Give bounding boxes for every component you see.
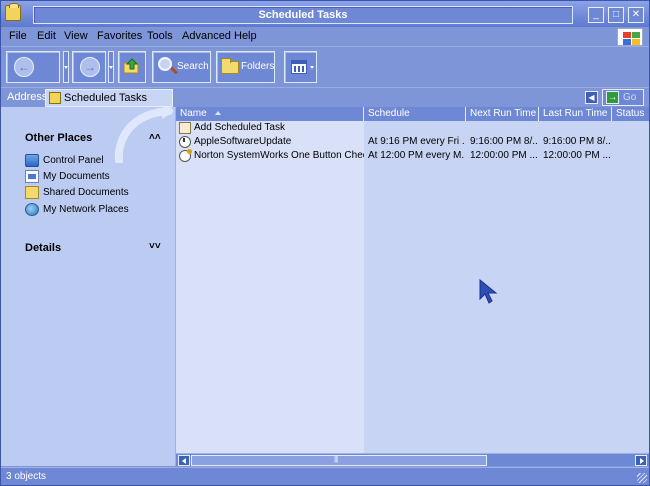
list-header: Name Schedule Next Run Time Last Run Tim…: [176, 107, 649, 121]
sidebar-item-label: Shared Documents: [43, 187, 129, 198]
task-last-run: 12:00:00 PM ...: [543, 150, 611, 161]
column-header-last-run[interactable]: Last Run Time: [539, 107, 612, 121]
go-arrow-icon: →: [606, 91, 619, 104]
task-next-run: 12:00:00 PM ...: [470, 150, 538, 161]
table-row[interactable]: Norton SystemWorks One Button Checkup At…: [176, 149, 649, 163]
other-places-title: Other Places: [25, 132, 93, 144]
folders-button[interactable]: Folders: [216, 51, 275, 83]
swoosh-arrow-decoration: [114, 107, 173, 163]
horizontal-scrollbar[interactable]: [176, 453, 649, 466]
sidebar-item-label: My Network Places: [43, 204, 129, 215]
column-header-name[interactable]: Name: [176, 107, 364, 121]
explorer-window: Scheduled Tasks _ □ ✕ File Edit View Fav…: [0, 0, 650, 486]
menu-help[interactable]: Help: [234, 30, 257, 42]
scheduled-tasks-icon: [49, 92, 61, 104]
address-label: Address: [7, 91, 48, 103]
task-pane: Other Places ˄˄ Control Panel My Documen…: [1, 107, 176, 466]
task-name: AppleSoftwareUpdate: [194, 136, 292, 147]
menu-tools[interactable]: Tools: [147, 30, 173, 42]
task-last-run: 9:16:00 PM 8/...: [543, 136, 611, 147]
menu-advanced[interactable]: Advanced: [182, 30, 231, 42]
menu-view[interactable]: View: [64, 30, 88, 42]
table-row[interactable]: AppleSoftwareUpdate At 9:16 PM every Fri…: [176, 135, 649, 149]
sort-ascending-icon: [214, 111, 221, 116]
scroll-right-icon[interactable]: [635, 455, 647, 466]
details-title: Details: [25, 242, 62, 254]
forward-arrow-icon: →: [80, 57, 100, 77]
forward-button[interactable]: →: [72, 51, 106, 83]
folder-up-icon: [123, 58, 139, 74]
go-label: Go: [623, 92, 637, 103]
expand-details-icon[interactable]: ˅˅: [149, 241, 161, 252]
search-icon: [158, 57, 172, 71]
back-arrow-icon: ←: [14, 57, 34, 77]
views-chevron-icon: [310, 66, 314, 69]
table-row[interactable]: Add Scheduled Task: [176, 121, 649, 135]
column-header-next-run[interactable]: Next Run Time: [466, 107, 539, 121]
column-header-schedule[interactable]: Schedule: [364, 107, 466, 121]
folders-label: Folders: [241, 61, 275, 72]
my-documents-icon: [25, 170, 39, 183]
forward-dropdown[interactable]: [108, 51, 114, 83]
menu-file[interactable]: File: [9, 30, 27, 42]
address-dropdown-icon[interactable]: ◀: [585, 91, 598, 104]
search-button[interactable]: Search: [152, 51, 211, 83]
mouse-pointer-icon: [479, 279, 498, 304]
add-task-icon: [179, 122, 191, 134]
sidebar-item-label: Control Panel: [43, 155, 104, 166]
windows-logo-icon: [617, 28, 643, 46]
back-dropdown[interactable]: [63, 51, 69, 83]
status-text: 3 objects: [6, 471, 47, 482]
scheduled-task-icon: [179, 136, 191, 148]
title-bar[interactable]: Scheduled Tasks _ □ ✕: [1, 1, 649, 27]
sidebar-item-label: My Documents: [43, 171, 110, 182]
address-value: Scheduled Tasks: [64, 92, 147, 104]
resize-grip-icon[interactable]: [637, 473, 647, 483]
column-header-label: Name: [180, 108, 207, 119]
views-button[interactable]: [284, 51, 317, 83]
go-button[interactable]: → Go: [602, 89, 644, 106]
close-button[interactable]: ✕: [628, 7, 644, 23]
scroll-left-icon[interactable]: [178, 455, 190, 466]
control-panel-icon: [25, 154, 39, 167]
task-schedule: At 12:00 PM every M...: [368, 150, 464, 161]
back-button[interactable]: ←: [6, 51, 60, 83]
shared-documents-icon: [25, 186, 39, 199]
folders-icon: [221, 58, 239, 74]
minimize-button[interactable]: _: [588, 7, 604, 23]
status-bar: 3 objects: [1, 467, 649, 485]
task-name: Norton SystemWorks One Button Checkup: [194, 150, 364, 161]
menu-bar: File Edit View Favorites Tools Advanced …: [1, 27, 649, 45]
task-name: Add Scheduled Task: [194, 122, 285, 133]
scheduled-tasks-app-icon[interactable]: [5, 3, 21, 21]
task-schedule: At 9:16 PM every Fri ...: [368, 136, 464, 147]
scheduled-task-icon: [179, 149, 192, 162]
menu-edit[interactable]: Edit: [37, 30, 56, 42]
network-places-icon: [25, 203, 39, 216]
toolbar: ← → Search Folders: [1, 46, 649, 86]
search-label: Search: [177, 61, 209, 72]
sorted-column-shade: [364, 121, 649, 453]
address-bar: Address Scheduled Tasks ◀ → Go: [1, 87, 649, 107]
column-header-status[interactable]: Status: [612, 107, 649, 121]
window-title: Scheduled Tasks: [258, 9, 348, 21]
title-field: Scheduled Tasks: [33, 6, 573, 24]
menu-favorites[interactable]: Favorites: [97, 30, 142, 42]
collapse-other-places-icon[interactable]: ˄˄: [149, 132, 161, 143]
maximize-button[interactable]: □: [608, 7, 624, 23]
file-list: Name Schedule Next Run Time Last Run Tim…: [176, 107, 649, 453]
up-folder-button[interactable]: [118, 51, 146, 83]
task-next-run: 9:16:00 PM 8/...: [470, 136, 538, 147]
scrollbar-thumb[interactable]: [191, 454, 487, 466]
address-field[interactable]: Scheduled Tasks: [45, 89, 173, 107]
views-icon: [291, 60, 307, 74]
